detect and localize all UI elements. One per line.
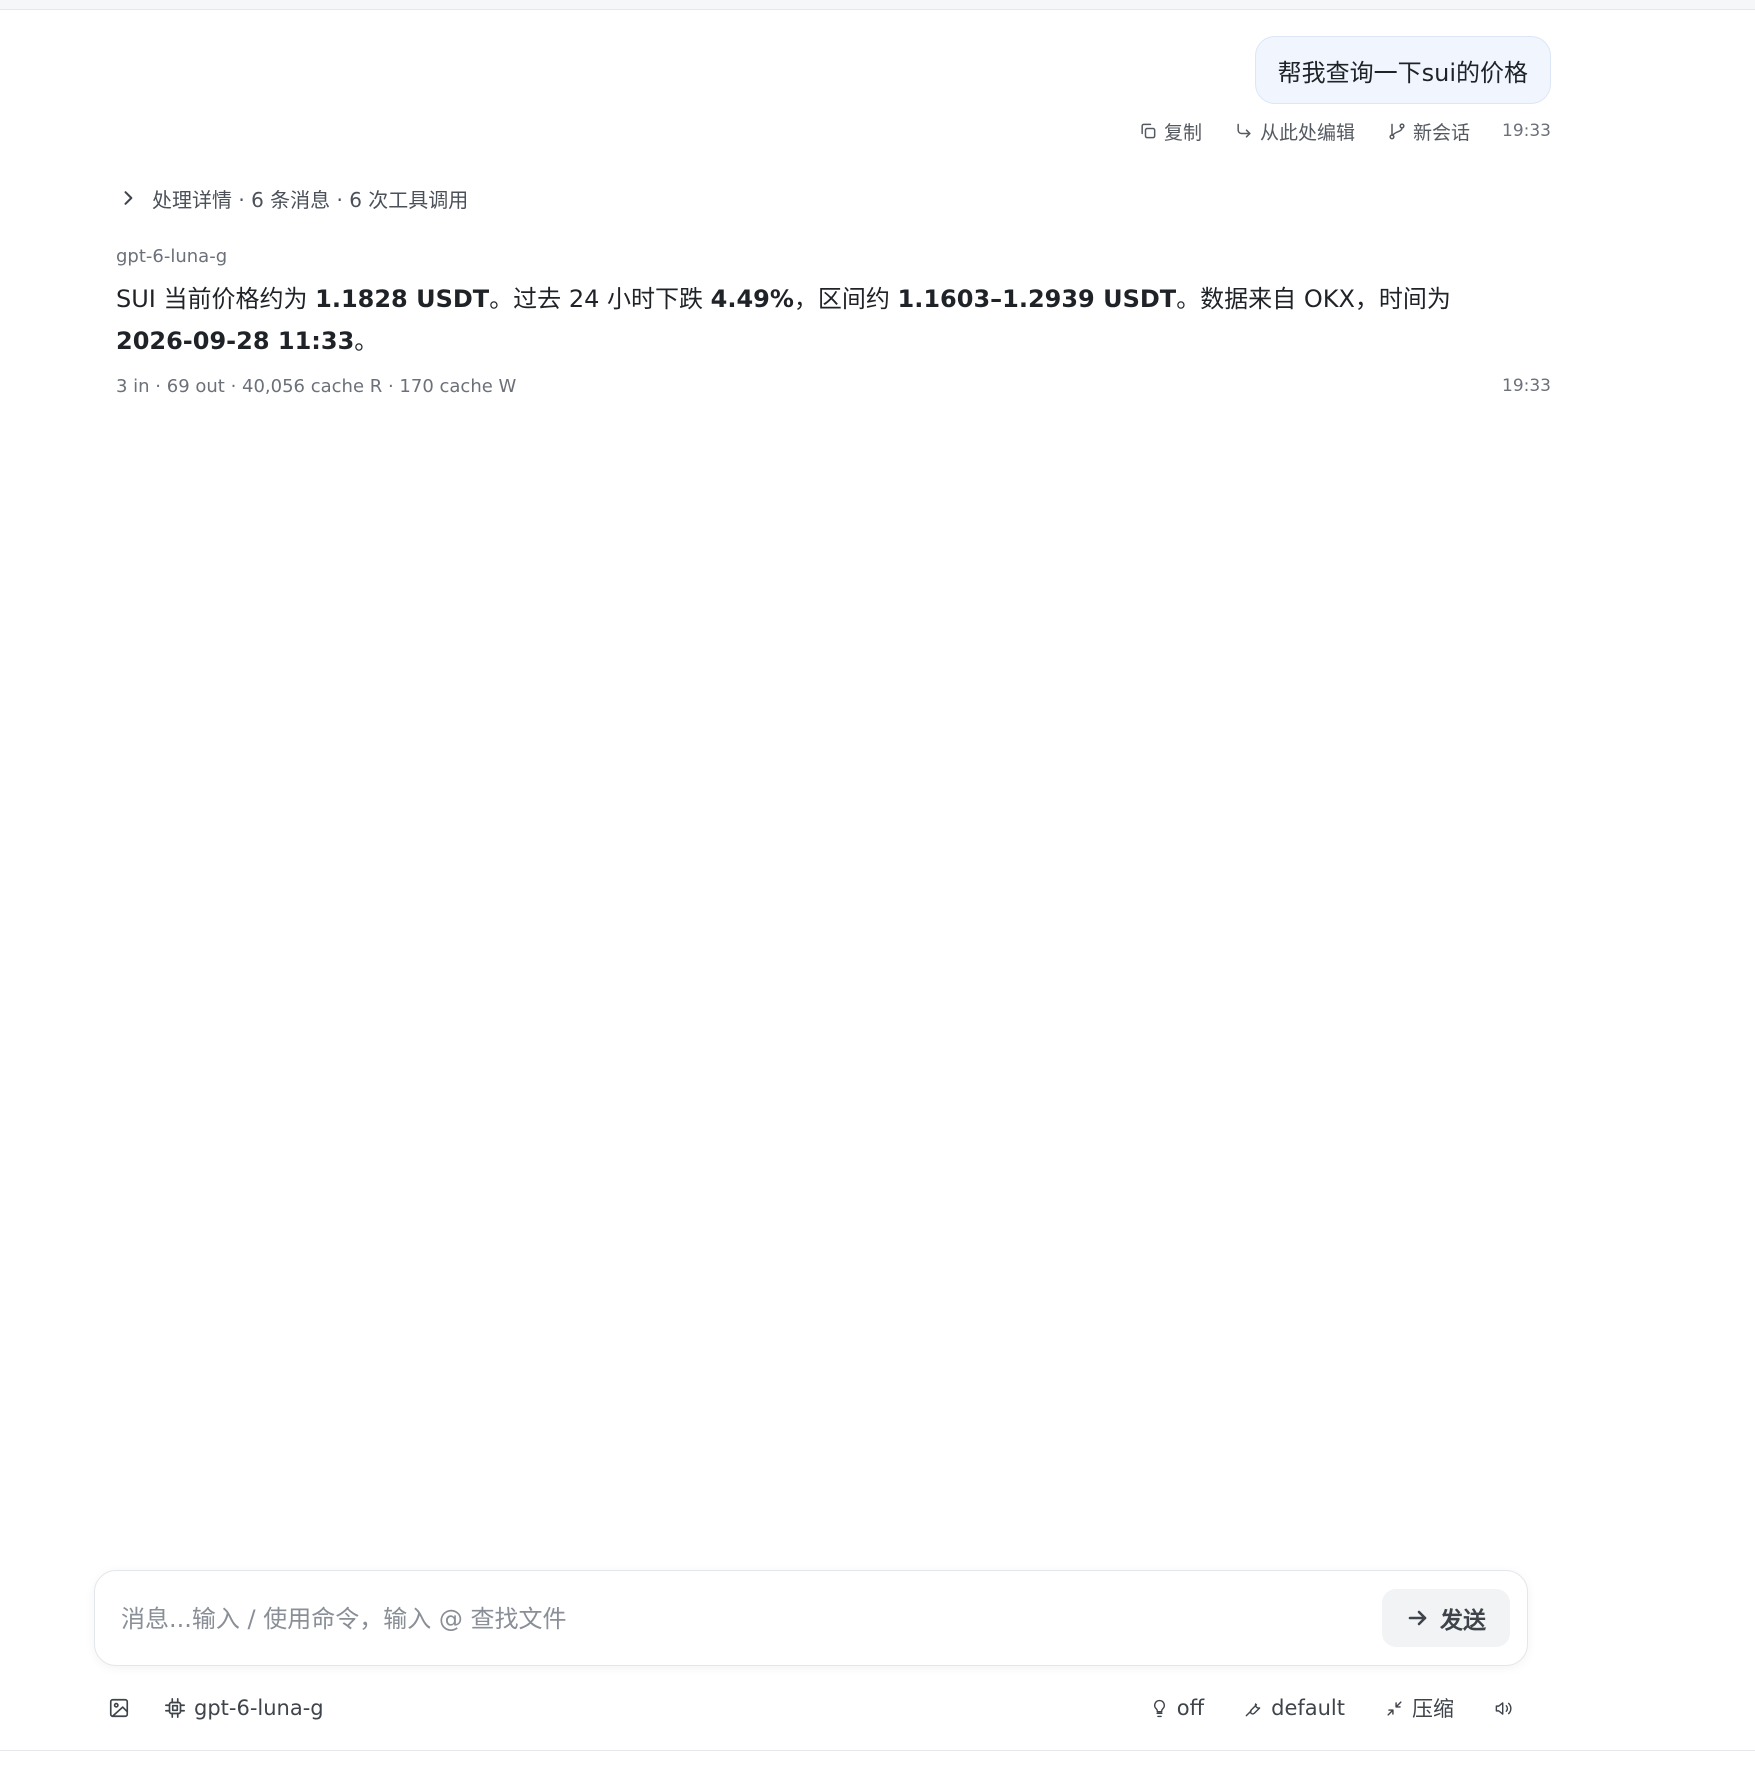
composer-toolbar-left: gpt-6-luna-g xyxy=(108,1690,324,1726)
volume-icon xyxy=(1495,1701,1512,1715)
new-chat-button[interactable]: 新会话 xyxy=(1387,118,1470,145)
answer-segment: 。过去 24 小时下跌 xyxy=(489,285,711,313)
message-composer: 发送 xyxy=(94,1570,1528,1667)
message-input[interactable] xyxy=(119,1571,1323,1667)
new-chat-label: 新会话 xyxy=(1412,121,1470,144)
price-value: 1.1828 USDT xyxy=(315,285,490,313)
assistant-answer: SUI 当前价格约为 1.1828 USDT。过去 24 小时下跌 4.49%，… xyxy=(116,278,1516,362)
lightbulb-icon xyxy=(1153,1699,1165,1717)
chat-page: 帮我查询一下sui的价格 复制 从此处编辑 新会话 19:33 处理详情 · 6… xyxy=(0,0,1755,1779)
corner-down-right-icon xyxy=(1237,123,1251,138)
minimize-icon xyxy=(1387,1700,1402,1716)
edit-from-here-label: 从此处编辑 xyxy=(1259,121,1355,144)
git-branch-icon xyxy=(1389,123,1405,140)
top-bar xyxy=(0,0,1755,10)
attach-image-button[interactable] xyxy=(108,1697,130,1719)
answer-segment: SUI 当前价格约为 xyxy=(116,285,316,313)
answer-segment: 。数据来自 OKX，时间为 xyxy=(1176,285,1451,313)
processing-details-toggle[interactable]: 处理详情 · 6 条消息 · 6 次工具调用 xyxy=(118,182,468,214)
answer-segment: 。 xyxy=(354,327,379,355)
model-selector[interactable]: gpt-6-luna-g xyxy=(164,1696,324,1720)
wrench-icon xyxy=(1245,1702,1261,1716)
image-icon xyxy=(109,1698,129,1718)
thinking-toggle-label: off xyxy=(1176,1696,1205,1720)
assistant-model-label: gpt-6-luna-g xyxy=(116,246,228,267)
user-message-time: 19:33 xyxy=(1502,121,1551,141)
model-selector-label: gpt-6-luna-g xyxy=(194,1696,324,1720)
thinking-toggle[interactable]: off xyxy=(1150,1696,1204,1720)
permission-mode-label: default xyxy=(1271,1696,1345,1720)
range-value: 1.1603–1.2939 USDT xyxy=(897,285,1177,313)
answer-segment: ，区间约 xyxy=(793,285,898,313)
change-value: 4.49% xyxy=(710,285,794,313)
cpu-icon xyxy=(165,1698,185,1718)
compress-label: 压缩 xyxy=(1412,1697,1454,1721)
send-button[interactable]: 发送 xyxy=(1382,1589,1510,1647)
assistant-message-time: 19:33 xyxy=(1502,376,1551,396)
bottom-bar xyxy=(0,1750,1755,1779)
send-label: 发送 xyxy=(1440,1608,1486,1634)
copy-label: 复制 xyxy=(1163,121,1202,144)
user-message-bubble: 帮我查询一下sui的价格 xyxy=(1254,36,1551,104)
processing-details-label: 处理详情 · 6 条消息 · 6 次工具调用 xyxy=(152,187,469,212)
user-message-text: 帮我查询一下sui的价格 xyxy=(1277,58,1528,87)
composer-toolbar-right: off default 压缩 xyxy=(1150,1690,1513,1726)
arrow-right-icon xyxy=(1408,1610,1427,1626)
permission-mode-selector[interactable]: default xyxy=(1244,1696,1345,1720)
voice-button[interactable] xyxy=(1494,1699,1513,1718)
user-message-actions: 复制 从此处编辑 新会话 19:33 xyxy=(1138,116,1551,146)
chevron-right-icon xyxy=(124,191,133,205)
copy-button[interactable]: 复制 xyxy=(1138,118,1202,145)
edit-from-here-button[interactable]: 从此处编辑 xyxy=(1234,118,1355,145)
timestamp-value: 2026-09-28 11:33 xyxy=(116,327,355,355)
copy-icon xyxy=(1141,123,1156,139)
compress-button[interactable]: 压缩 xyxy=(1385,1693,1454,1723)
token-usage: 3 in · 69 out · 40,056 cache R · 170 cac… xyxy=(116,376,517,397)
